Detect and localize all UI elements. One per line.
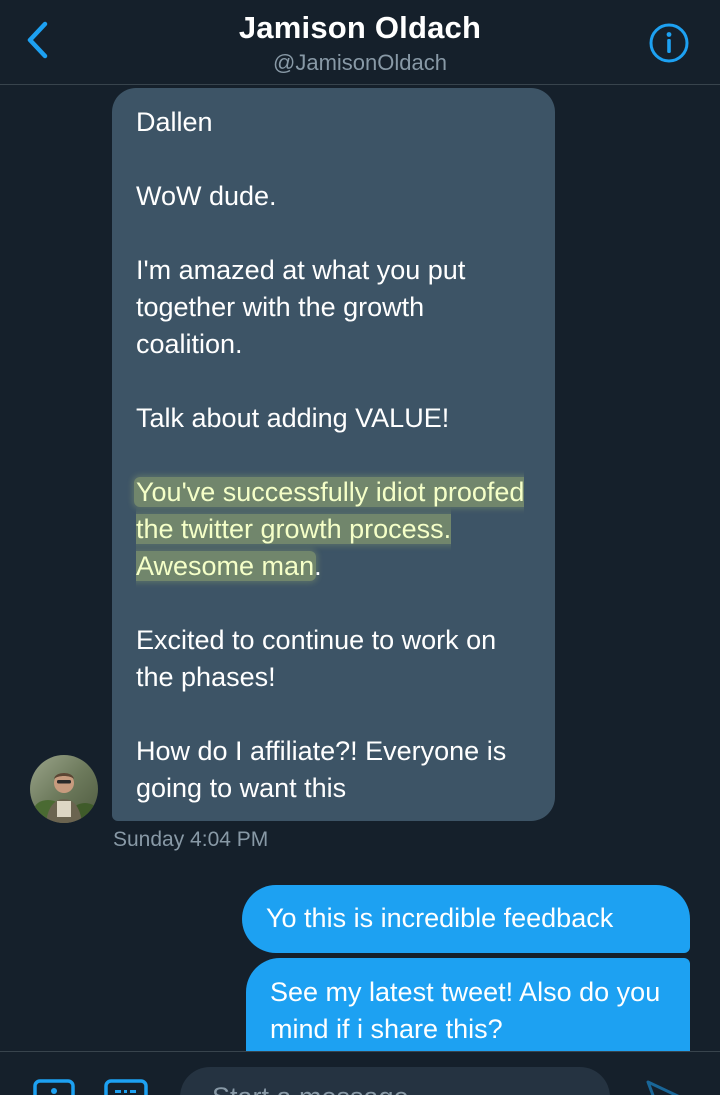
highlighted-message-paragraph: You've successfully idiot proofed the tw… [134, 474, 531, 585]
message-paragraph: I'm amazed at what you put together with… [136, 255, 466, 359]
send-button[interactable] [642, 1076, 686, 1095]
add-photo-button[interactable] [32, 1078, 76, 1095]
outgoing-message-bubble[interactable]: Yo this is incredible feedback [242, 885, 690, 953]
message-paragraph: How do I affiliate?! Everyone is going t… [136, 736, 507, 803]
message-composer [0, 1051, 720, 1095]
message-paragraph: WoW dude. [136, 181, 277, 211]
conversation-header: Jamison Oldach @JamisonOldach [0, 0, 720, 85]
conversation-info-button[interactable] [648, 22, 690, 64]
message-text: Yo this is incredible feedback [266, 903, 614, 933]
contact-name[interactable]: Jamison Oldach [0, 10, 720, 46]
message-paragraph: Excited to continue to work on the phase… [136, 625, 497, 692]
add-gif-button[interactable] [103, 1078, 149, 1095]
incoming-message-bubble[interactable]: Dallen WoW dude. I'm amazed at what you … [112, 88, 555, 821]
message-text: . [314, 551, 322, 581]
message-text: See my latest tweet! Also do you mind if… [270, 977, 661, 1044]
avatar[interactable] [30, 755, 98, 823]
message-paragraph: Talk about adding VALUE! [136, 403, 450, 433]
info-circle-icon [648, 23, 690, 68]
message-paragraph: Dallen [136, 107, 213, 137]
contact-handle: @JamisonOldach [273, 50, 447, 75]
message-input[interactable] [180, 1067, 610, 1095]
message-timestamp: Sunday 4:04 PM [113, 828, 269, 851]
highlighted-text: You've successfully idiot proofed the tw… [134, 477, 525, 581]
